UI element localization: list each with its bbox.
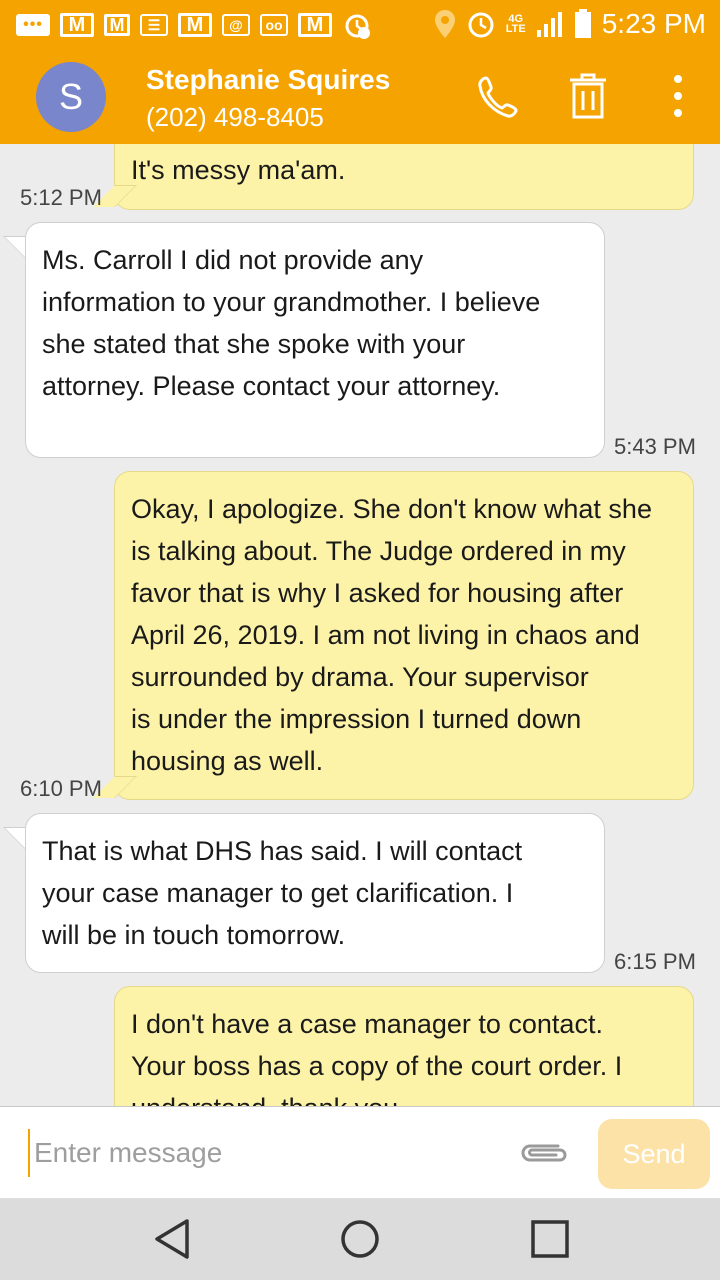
more-vert-icon bbox=[674, 75, 682, 117]
clock: 5:23 PM bbox=[601, 8, 706, 39]
message-composer: Send bbox=[0, 1106, 720, 1198]
more-options-button[interactable] bbox=[650, 68, 706, 124]
contact-name[interactable]: Stephanie Squires bbox=[146, 64, 390, 96]
call-button[interactable] bbox=[470, 68, 526, 124]
message-bubble-incoming[interactable]: That is what DHS has said. I will contac… bbox=[25, 813, 605, 973]
battery-icon bbox=[574, 9, 592, 39]
message-bubble-outgoing[interactable]: Okay, I apologize. She don't know what s… bbox=[114, 471, 694, 800]
trash-icon bbox=[570, 73, 606, 119]
notification-icons: ••• M M ☰ M @ oo M bbox=[16, 10, 372, 40]
contact-phone: (202) 498-8405 bbox=[146, 102, 324, 132]
gmail-icon: M bbox=[178, 13, 212, 37]
location-icon bbox=[434, 9, 456, 39]
paperclip-icon bbox=[521, 1144, 567, 1162]
message-bubble-outgoing[interactable]: I don't have a case manager to contact. … bbox=[114, 986, 694, 1106]
home-button[interactable] bbox=[336, 1215, 384, 1263]
recents-button[interactable] bbox=[526, 1215, 574, 1263]
home-icon bbox=[341, 1220, 379, 1258]
status-bar: ••• M M ☰ M @ oo M 4G LTE 5:23 PM bbox=[0, 0, 720, 48]
message-timestamp: 6:10 PM bbox=[20, 776, 102, 801]
send-button[interactable]: Send bbox=[598, 1119, 710, 1189]
back-button[interactable] bbox=[148, 1215, 196, 1263]
phone-icon bbox=[478, 76, 518, 118]
email-at-icon: @ bbox=[222, 14, 250, 36]
navigation-bar bbox=[0, 1198, 720, 1280]
network-type: 4G LTE bbox=[505, 13, 526, 35]
gmail-icon: M bbox=[104, 14, 130, 36]
chat-dots-icon: ••• bbox=[16, 14, 50, 36]
message-bubble-outgoing[interactable]: It's messy ma'am. bbox=[114, 144, 694, 210]
delete-button[interactable] bbox=[560, 68, 616, 124]
back-icon bbox=[155, 1219, 189, 1259]
conversation-header: S Stephanie Squires (202) 498-8405 bbox=[0, 48, 720, 144]
gmail-icon: M bbox=[60, 13, 94, 37]
message-icon: ☰ bbox=[140, 14, 168, 36]
alarm-notification-icon bbox=[342, 10, 372, 40]
attach-button[interactable] bbox=[514, 1131, 574, 1175]
message-timestamp: 6:15 PM bbox=[614, 949, 696, 974]
signal-icon bbox=[536, 10, 564, 38]
alarm-icon bbox=[466, 9, 496, 39]
message-list[interactable]: It's messy ma'am. 5:12 PM Ms. Carroll I … bbox=[0, 144, 720, 1106]
message-timestamp: 5:43 PM bbox=[614, 434, 696, 459]
message-timestamp: 5:12 PM bbox=[20, 185, 102, 210]
gmail-icon: M bbox=[298, 13, 332, 37]
recents-icon bbox=[531, 1220, 569, 1258]
status-right: 4G LTE 5:23 PM bbox=[434, 8, 706, 40]
message-input[interactable] bbox=[28, 1129, 488, 1177]
voicemail-icon: oo bbox=[260, 14, 288, 36]
message-bubble-incoming[interactable]: Ms. Carroll I did not provide any inform… bbox=[25, 222, 605, 458]
avatar[interactable]: S bbox=[36, 62, 106, 132]
